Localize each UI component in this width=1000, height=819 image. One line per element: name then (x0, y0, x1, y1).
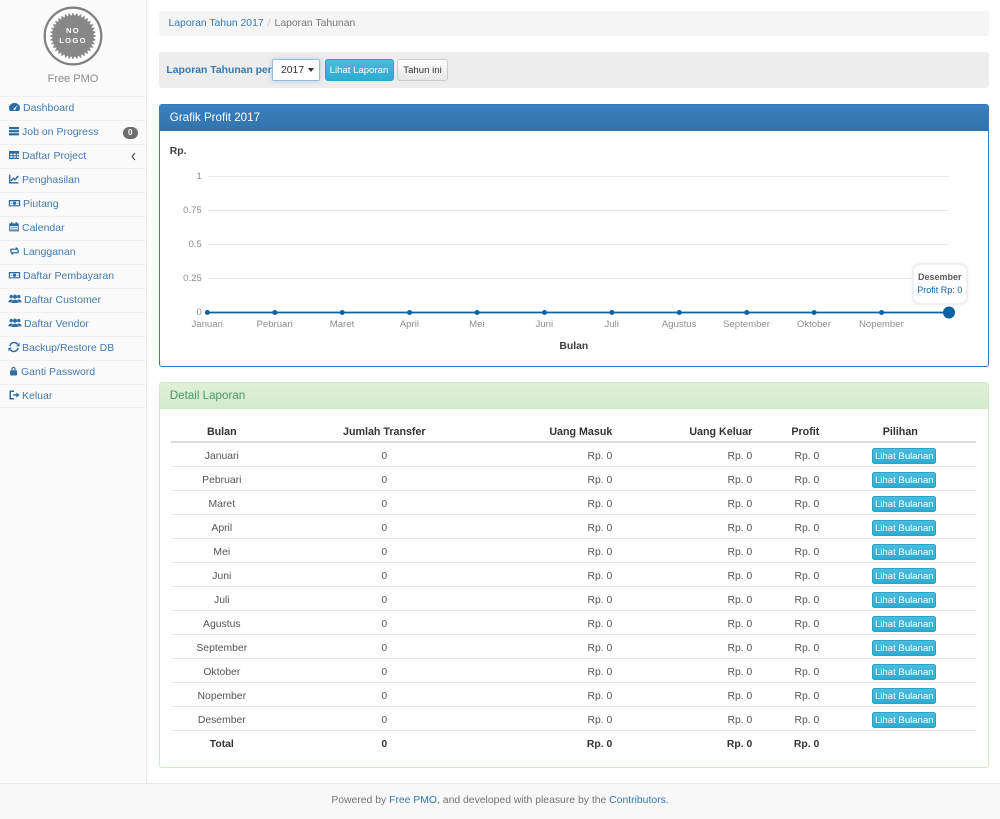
svg-text:LOGO: LOGO (59, 36, 87, 45)
svg-text:NO: NO (66, 26, 80, 35)
